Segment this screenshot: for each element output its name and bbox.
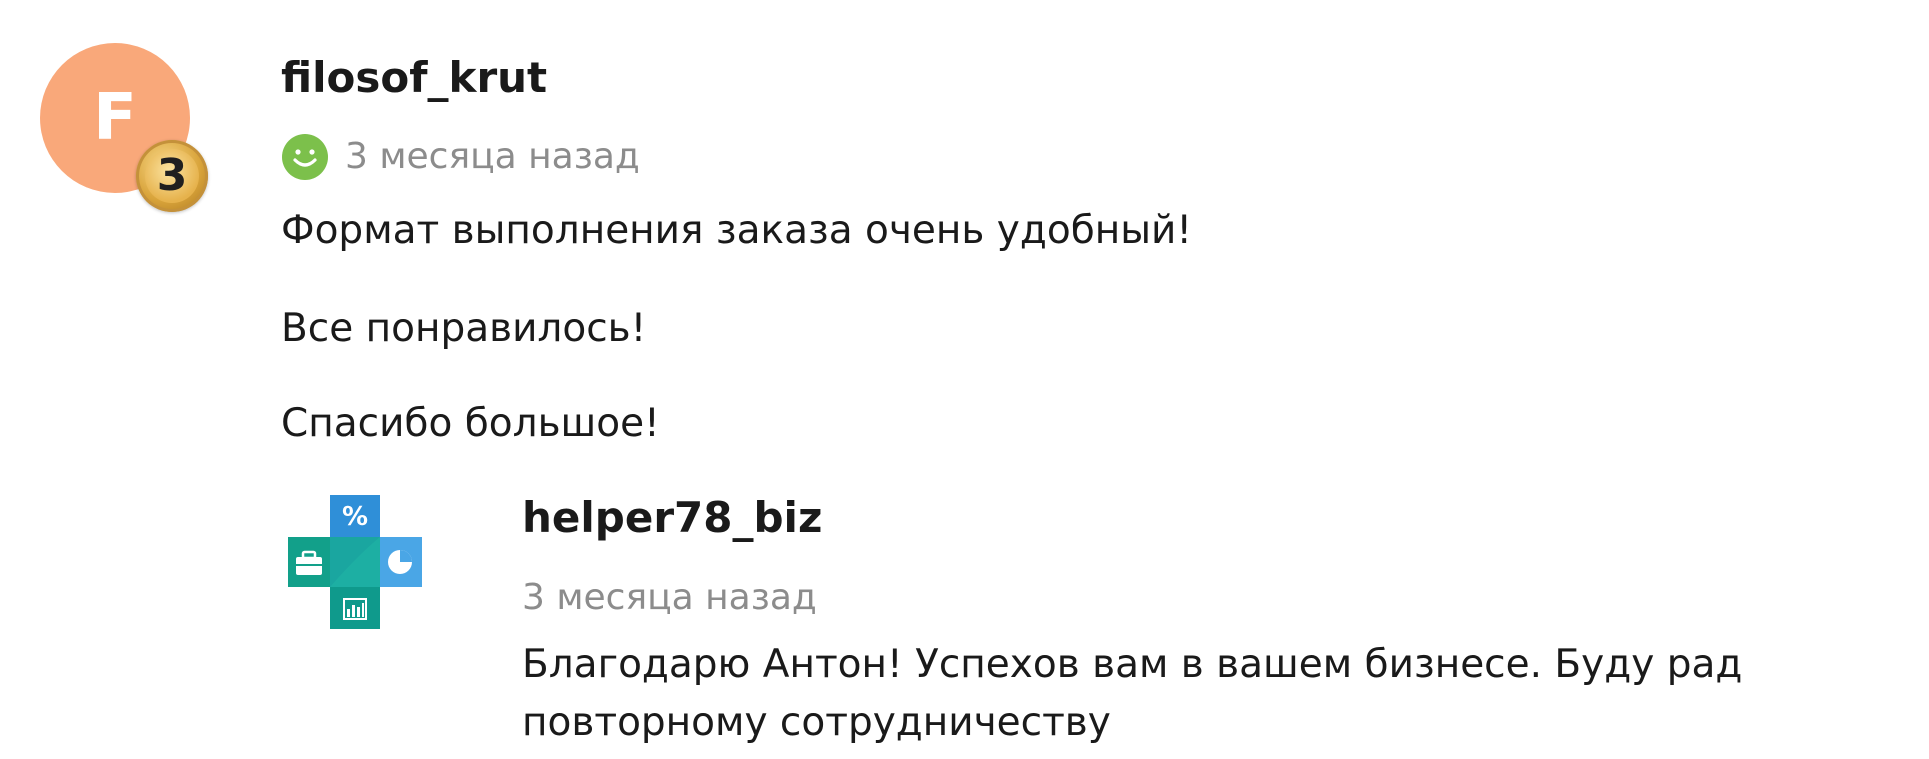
review-paragraph-1: Формат выполнения заказа очень удобный! bbox=[281, 208, 1193, 253]
level-badge: 3 bbox=[136, 140, 208, 212]
review-meta: 3 месяца назад bbox=[281, 132, 640, 182]
review-paragraph-2: Все понравилось! bbox=[281, 306, 647, 351]
reply-time: 3 месяца назад bbox=[522, 577, 817, 618]
review-author[interactable]: filosof_krut bbox=[281, 50, 547, 106]
svg-text:%: % bbox=[342, 502, 368, 532]
review-card: F 3 filosof_krut 3 месяца назад Формат в… bbox=[0, 0, 1929, 759]
business-cross-logo[interactable]: % bbox=[288, 495, 422, 629]
reply-author[interactable]: helper78_biz bbox=[522, 490, 822, 546]
review-paragraph-3: Спасибо большое! bbox=[281, 401, 660, 446]
review-time: 3 месяца назад bbox=[345, 136, 640, 177]
level-number: 3 bbox=[145, 149, 199, 203]
reply-text: Благодарю Антон! Успехов вам в вашем биз… bbox=[522, 642, 1743, 745]
avatar-letter: F bbox=[93, 81, 137, 155]
smile-icon bbox=[282, 134, 328, 180]
